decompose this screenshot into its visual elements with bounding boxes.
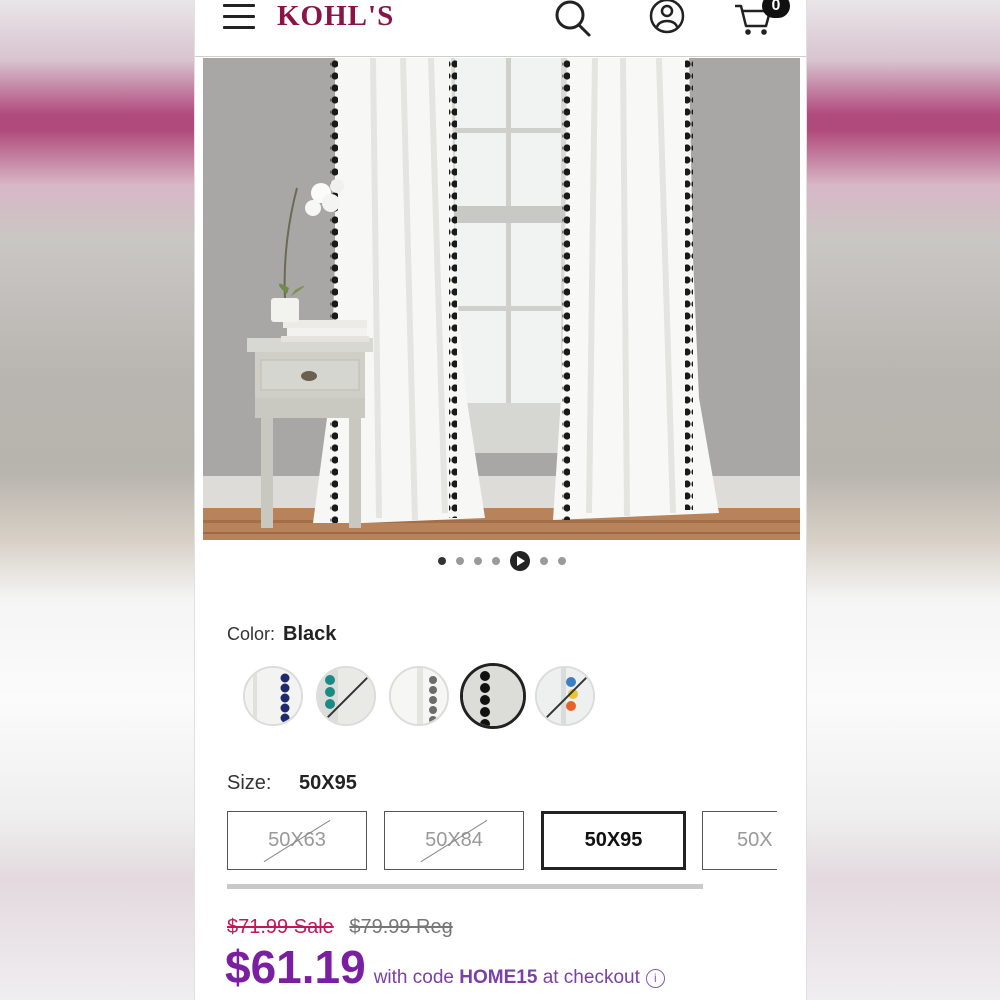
size-option-50x63[interactable]: 50X63 bbox=[227, 811, 367, 870]
selected-color-value: Black bbox=[283, 623, 337, 645]
hamburger-menu-icon[interactable] bbox=[223, 4, 255, 30]
swatch-black[interactable] bbox=[460, 663, 526, 729]
carousel-dot[interactable] bbox=[539, 557, 548, 565]
promo-text: with code HOME15 at checkout i bbox=[374, 967, 665, 989]
sale-price-struck: $71.99 Sale bbox=[227, 916, 334, 938]
original-prices: $71.99 Sale $79.99 Reg bbox=[227, 916, 453, 939]
swatch-multicolor[interactable] bbox=[535, 666, 595, 726]
mobile-screen: KOHL'S 0 Color: Black Size: 50X95 50X63 … bbox=[194, 0, 807, 1000]
promo-prefix: with code bbox=[373, 967, 454, 988]
product-image[interactable] bbox=[203, 58, 800, 540]
carousel-dot[interactable] bbox=[437, 557, 446, 565]
size-option-label: 50X84 bbox=[425, 829, 483, 851]
size-selection-label: Size: 50X95 bbox=[227, 772, 357, 795]
color-label: Color: bbox=[227, 624, 276, 644]
video-play-icon[interactable] bbox=[509, 551, 530, 571]
account-icon[interactable] bbox=[648, 0, 688, 36]
search-icon[interactable] bbox=[553, 0, 593, 40]
size-option-partial[interactable]: 50X bbox=[702, 811, 777, 870]
carousel-dot[interactable] bbox=[473, 557, 482, 565]
carousel-dot[interactable] bbox=[557, 557, 566, 565]
size-option-50x95[interactable]: 50X95 bbox=[541, 811, 686, 870]
blurred-background-left bbox=[0, 0, 194, 1000]
swatch-teal[interactable] bbox=[316, 666, 376, 726]
size-option-50x84[interactable]: 50X84 bbox=[384, 811, 524, 870]
cart-count-badge: 0 bbox=[762, 0, 790, 18]
swatch-navy[interactable] bbox=[243, 666, 303, 726]
carousel-dot[interactable] bbox=[491, 557, 500, 565]
promo-suffix: at checkout bbox=[542, 967, 640, 988]
blurred-background-right bbox=[806, 0, 1000, 1000]
info-icon[interactable]: i bbox=[645, 969, 665, 988]
kohls-logo[interactable]: KOHL'S bbox=[277, 0, 394, 33]
size-options-scrollbar[interactable] bbox=[227, 884, 703, 889]
swatch-gray[interactable] bbox=[389, 666, 449, 726]
image-carousel-dots bbox=[195, 550, 806, 572]
carousel-dot[interactable] bbox=[455, 557, 464, 565]
size-option-label: 50X63 bbox=[268, 829, 326, 851]
size-option-label: 50X95 bbox=[584, 829, 643, 851]
final-price: $61.19 bbox=[225, 941, 366, 993]
size-label: Size: bbox=[227, 772, 272, 794]
site-header: KOHL'S 0 bbox=[195, 0, 806, 57]
selected-size-value: 50X95 bbox=[299, 772, 357, 794]
curtain-photo bbox=[203, 58, 800, 540]
promo-price-row: $61.19 with code HOME15 at checkout i bbox=[225, 940, 665, 994]
color-selection-label: Color: Black bbox=[227, 623, 336, 646]
regular-price-struck: $79.99 Reg bbox=[349, 916, 453, 938]
size-option-label: 50X bbox=[737, 829, 773, 851]
promo-code: HOME15 bbox=[459, 967, 538, 988]
